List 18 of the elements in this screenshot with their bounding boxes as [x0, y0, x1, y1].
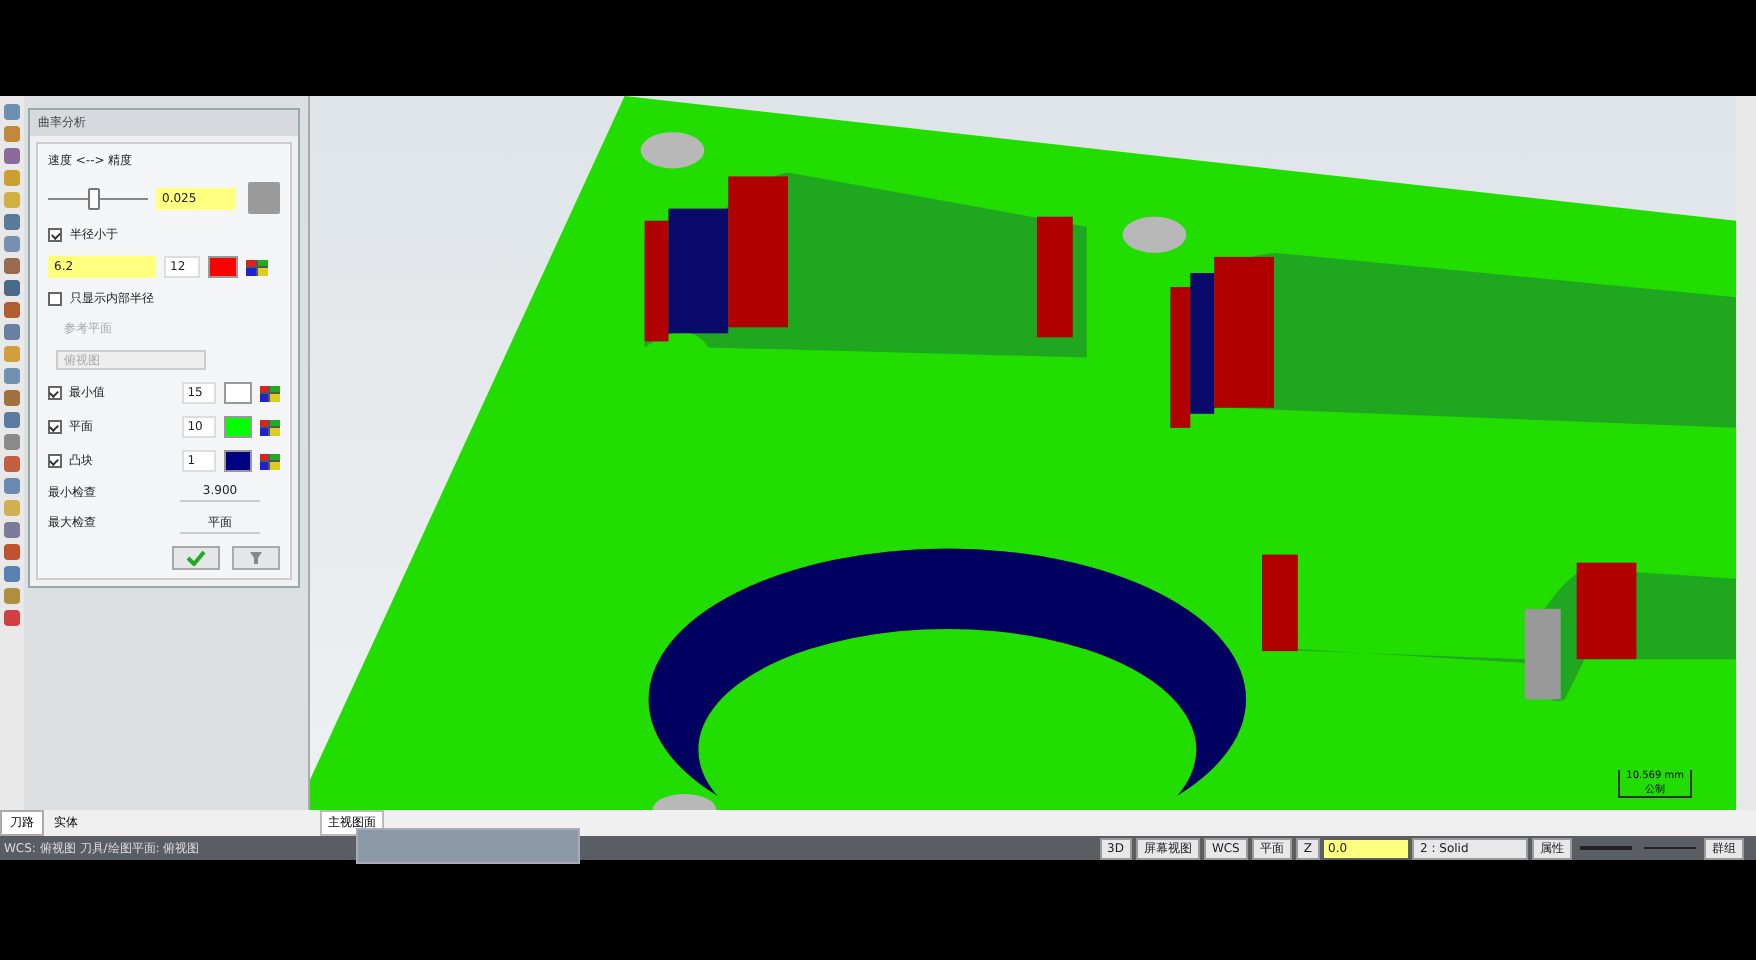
color-palette-icon[interactable]	[246, 259, 268, 275]
color-palette-icon[interactable]	[259, 453, 280, 469]
line-style-icon[interactable]	[1576, 840, 1636, 856]
color-swatch[interactable]	[223, 450, 252, 472]
color-swatch[interactable]	[208, 256, 238, 278]
color-swatch[interactable]	[223, 382, 252, 404]
checkbox[interactable]	[48, 228, 62, 242]
help-button[interactable]	[232, 546, 280, 570]
color-palette-icon[interactable]	[259, 385, 280, 401]
color-palette-icon[interactable]	[259, 419, 280, 435]
slider-thumb[interactable]	[87, 187, 100, 209]
checkbox[interactable]	[48, 292, 62, 306]
checkmark-icon	[186, 550, 206, 566]
checkbox[interactable]	[48, 454, 62, 468]
color-swatch[interactable]	[223, 416, 252, 438]
checkbox[interactable]	[48, 386, 62, 400]
ok-button[interactable]	[172, 546, 220, 570]
checkbox[interactable]	[48, 420, 62, 434]
